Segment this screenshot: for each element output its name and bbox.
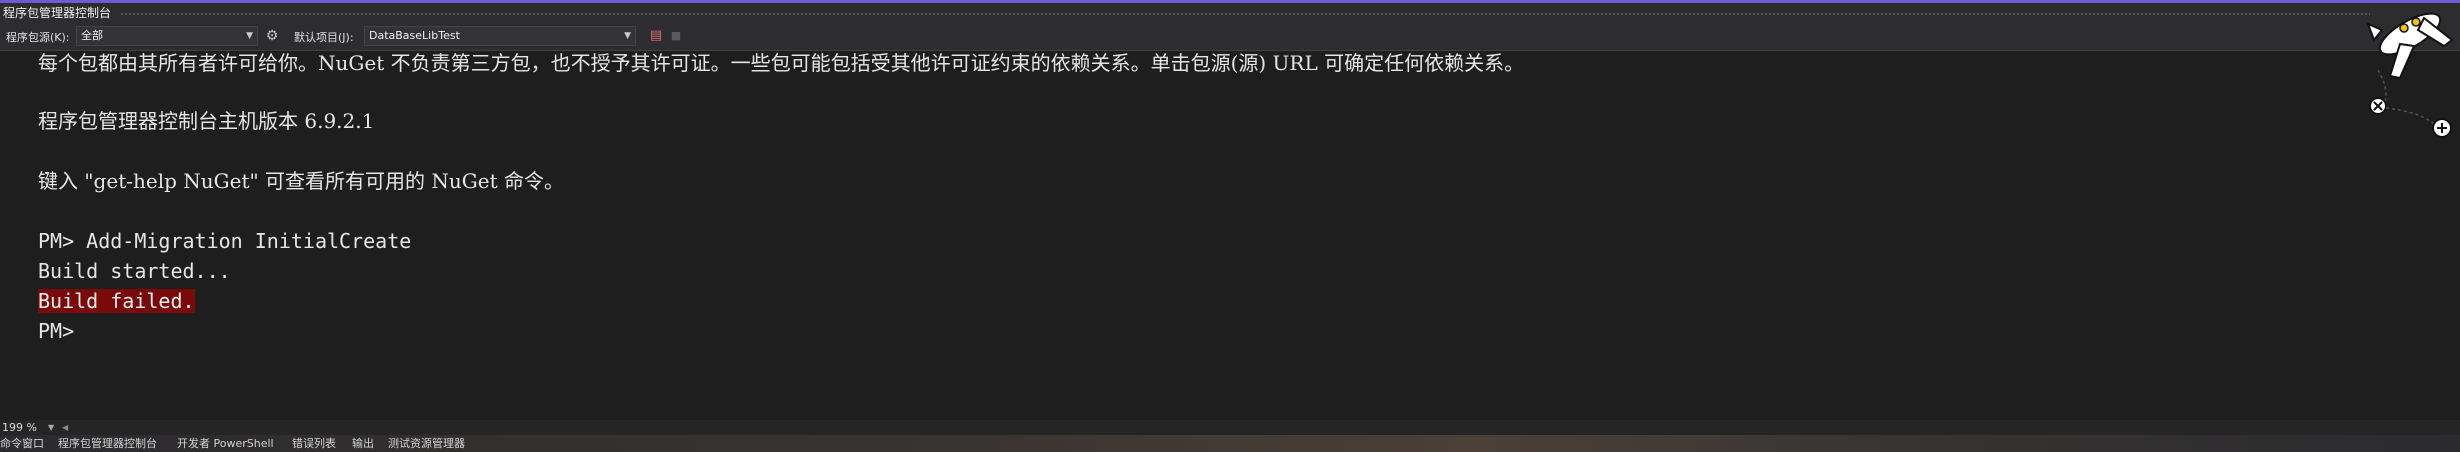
help-hint-line: 键入 "get-help NuGet" 可查看所有可用的 NuGet 命令。 <box>38 169 564 193</box>
clear-console-icon[interactable]: ▤ <box>648 28 664 44</box>
package-source-select[interactable]: 全部 ▼ <box>76 26 258 46</box>
package-source-value: 全部 <box>81 29 103 42</box>
dropdown-arrow-icon: ▼ <box>246 31 253 41</box>
build-failed-line: Build failed. <box>38 289 195 313</box>
bottom-tab-strip: 命令窗口 程序包管理器控制台 开发者 PowerShell 错误列表 输出 测试… <box>0 435 2460 452</box>
chevron-down-icon[interactable]: ▼ <box>48 420 54 435</box>
tab-output[interactable]: 输出 <box>352 435 374 452</box>
tool-window-titlebar: 程序包管理器控制台 <box>0 3 2460 23</box>
zoom-bar: 199 % ▼ ◀ <box>0 420 2460 435</box>
prompt-line[interactable]: PM> <box>38 319 74 343</box>
zoom-select[interactable]: 199 % <box>2 420 37 435</box>
scroll-left-icon[interactable]: ◀ <box>62 420 68 435</box>
stop-icon[interactable]: ■ <box>668 28 684 44</box>
airplane-mascot-icon <box>2366 12 2454 138</box>
default-project-select[interactable]: DataBaseLibTest ▼ <box>364 26 636 46</box>
default-project-label: 默认项目(J): <box>294 31 354 44</box>
build-started-line: Build started... <box>38 259 231 283</box>
tab-test-explorer[interactable]: 测试资源管理器 <box>388 435 465 452</box>
license-notice-line: 每个包都由其所有者许可给你。NuGet 不负责第三方包，也不授予其许可证。一些包… <box>38 51 1525 75</box>
titlebar-grip[interactable] <box>120 12 2370 16</box>
package-source-label: 程序包源(K): <box>6 31 70 44</box>
host-version-line: 程序包管理器控制台主机版本 6.9.2.1 <box>38 109 375 133</box>
tab-package-manager-console[interactable]: 程序包管理器控制台 <box>58 435 157 452</box>
tab-developer-powershell[interactable]: 开发者 PowerShell <box>177 435 274 452</box>
tab-error-list[interactable]: 错误列表 <box>292 435 336 452</box>
settings-icon[interactable]: ⚙ <box>264 28 280 44</box>
console-toolbar: 程序包源(K): 全部 ▼ ⚙ 默认项目(J): DataBaseLibTest… <box>0 23 2460 51</box>
command-line: PM> Add-Migration InitialCreate <box>38 229 412 253</box>
console-output[interactable]: 每个包都由其所有者许可给你。NuGet 不负责第三方包，也不授予其许可证。一些包… <box>0 51 2460 420</box>
dropdown-arrow-icon: ▼ <box>624 31 631 41</box>
default-project-value: DataBaseLibTest <box>369 29 460 42</box>
tab-command-window[interactable]: 命令窗口 <box>0 435 44 452</box>
window-title: 程序包管理器控制台 <box>3 6 112 20</box>
